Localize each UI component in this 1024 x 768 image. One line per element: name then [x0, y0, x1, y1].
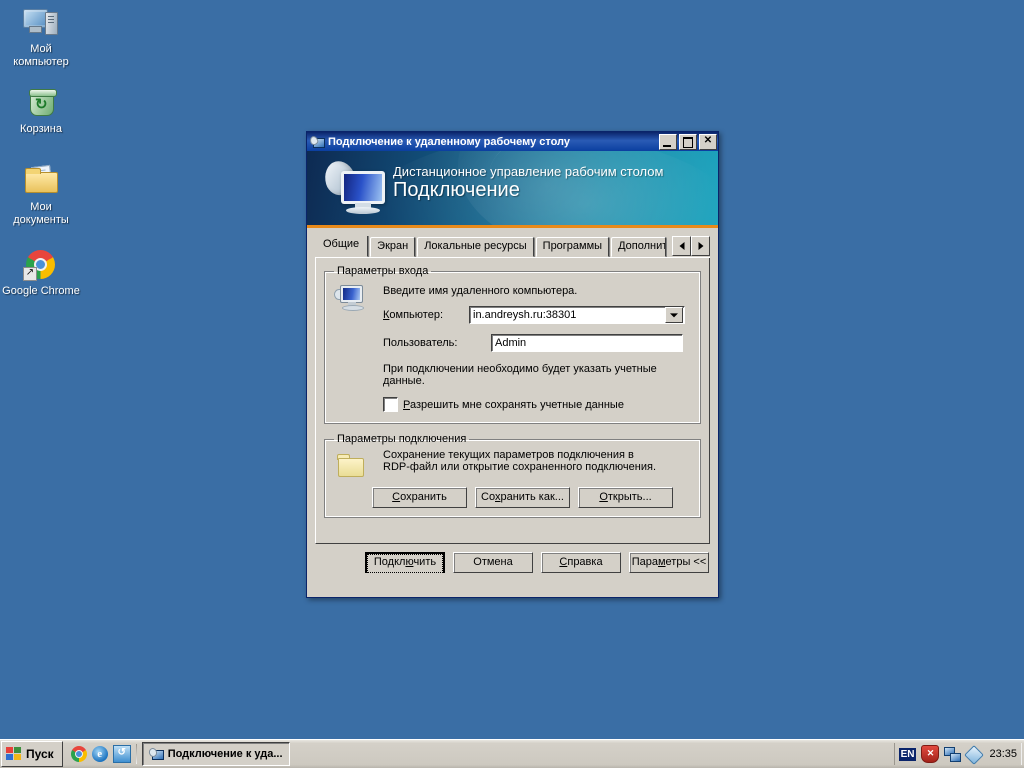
- network-icon[interactable]: [944, 746, 962, 762]
- banner-subtitle: Дистанционное управление рабочим столом: [393, 164, 664, 179]
- monitor-icon: [334, 283, 368, 311]
- close-icon[interactable]: ✕: [699, 133, 717, 150]
- save-credentials-label[interactable]: Разрешить мне сохранять учетные данные: [403, 399, 624, 411]
- shell-tray-icon[interactable]: [964, 745, 985, 765]
- tab-advanced[interactable]: Дополнительн: [611, 237, 666, 257]
- internet-explorer-icon[interactable]: e: [91, 746, 108, 762]
- maximize-icon[interactable]: [679, 133, 697, 150]
- desktop-icon-my-computer[interactable]: Мой компьютер: [2, 6, 80, 69]
- options-button[interactable]: Параметры <<: [629, 552, 709, 573]
- connection-buttons: Сохранить Сохранить как... Открыть...: [334, 487, 691, 508]
- chevron-down-icon[interactable]: [665, 307, 683, 323]
- remote-desktop-connection-dialog[interactable]: Подключение к удаленному рабочему столу …: [306, 131, 719, 598]
- shell-icon[interactable]: ↺: [112, 745, 131, 763]
- connection-settings-legend: Параметры подключения: [337, 433, 467, 445]
- windows-flag-icon: [6, 747, 22, 761]
- save-as-button[interactable]: Сохранить как...: [475, 487, 570, 508]
- taskbar[interactable]: Пуск e ↺ Подключение к уда... EN 23:35: [0, 739, 1024, 768]
- save-credentials-checkbox[interactable]: [383, 397, 398, 412]
- monitor-satellite-icon: [320, 157, 393, 219]
- clock[interactable]: 23:35: [986, 748, 1017, 760]
- language-indicator[interactable]: EN: [898, 747, 917, 761]
- cancel-button[interactable]: Отмена: [453, 552, 533, 573]
- scroll-right-icon[interactable]: [691, 236, 710, 256]
- user-input[interactable]: Admin: [491, 334, 683, 352]
- logon-settings-group: Параметры входа Введите имя удаленного к…: [324, 265, 701, 424]
- taskbar-button-label: Подключение к уда...: [167, 748, 283, 760]
- save-button[interactable]: Сохранить: [372, 487, 467, 508]
- banner-text: Дистанционное управление рабочим столом …: [393, 164, 710, 202]
- logon-hint: Введите имя удаленного компьютера.: [383, 285, 578, 297]
- shield-alert-icon[interactable]: [921, 745, 940, 763]
- logon-settings-legend: Параметры входа: [337, 265, 429, 277]
- taskbar-button-list[interactable]: Подключение к уда...: [141, 742, 894, 766]
- dialog-titlebar[interactable]: Подключение к удаленному рабочему столу …: [307, 132, 718, 151]
- my-documents-icon: [21, 164, 61, 198]
- desktop-icon-my-documents[interactable]: Мои документы: [2, 164, 80, 227]
- scroll-left-icon[interactable]: [672, 236, 691, 256]
- tab-page-general: Параметры входа Введите имя удаленного к…: [315, 257, 710, 544]
- desktop-icon-label: Google Chrome: [2, 285, 80, 297]
- open-button[interactable]: Открыть...: [578, 487, 673, 508]
- minimize-icon[interactable]: [659, 133, 677, 150]
- computer-label: Компьютер:: [383, 309, 444, 321]
- chrome-icon[interactable]: [70, 746, 87, 762]
- credentials-note: При подключении необходимо будет указать…: [383, 363, 657, 387]
- save-credentials-checkbox-row[interactable]: Разрешить мне сохранять учетные данные: [372, 387, 691, 414]
- connect-button[interactable]: Подключить: [365, 552, 445, 573]
- tab-local-resources[interactable]: Локальные ресурсы: [417, 237, 534, 257]
- tab-display[interactable]: Экран: [370, 237, 416, 257]
- desktop-icon-label: документы: [13, 214, 69, 226]
- tab-scroll-buttons[interactable]: [672, 236, 710, 256]
- quick-launch-bar[interactable]: e ↺: [70, 745, 131, 763]
- remote-desktop-icon: [310, 135, 325, 149]
- dialog-footer: Подключить Отмена Справка Параметры <<: [307, 544, 718, 573]
- computer-input[interactable]: in.andreysh.ru:38301: [473, 307, 665, 323]
- tab-general[interactable]: Общие: [315, 236, 369, 257]
- chrome-icon: ↗: [21, 248, 61, 282]
- remote-desktop-icon: [149, 747, 164, 761]
- connection-settings-group: Параметры подключения Сохранение текущих…: [324, 433, 701, 518]
- recycle-bin-icon: ↻: [21, 86, 61, 120]
- tab-strip[interactable]: Общие Экран Локальные ресурсы Программы …: [315, 236, 710, 258]
- folder-icon: [334, 452, 368, 480]
- dialog-banner: Дистанционное управление рабочим столом …: [307, 151, 718, 228]
- system-tray[interactable]: EN 23:35: [893, 743, 1022, 765]
- computer-combobox[interactable]: in.andreysh.ru:38301: [469, 306, 685, 324]
- connection-description: Сохранение текущих параметров подключени…: [383, 449, 656, 473]
- my-computer-icon: [21, 6, 61, 40]
- desktop-icon-label: компьютер: [13, 56, 69, 68]
- tab-programs[interactable]: Программы: [535, 237, 610, 257]
- taskbar-separator: [135, 744, 137, 764]
- user-label: Пользователь:: [383, 337, 458, 349]
- start-button[interactable]: Пуск: [1, 741, 63, 767]
- desktop-icon-google-chrome[interactable]: ↗ Google Chrome: [2, 248, 80, 298]
- taskbar-button-remote-desktop[interactable]: Подключение к уда...: [141, 742, 290, 766]
- dialog-title: Подключение к удаленному рабочему столу: [328, 135, 571, 148]
- banner-title: Подключение: [393, 179, 520, 201]
- desktop-icon-label: Мой: [30, 43, 52, 55]
- help-button[interactable]: Справка: [541, 552, 621, 573]
- dialog-body: Общие Экран Локальные ресурсы Программы …: [307, 228, 718, 544]
- desktop-icon-recycle-bin[interactable]: ↻ Корзина: [2, 86, 80, 136]
- desktop-icon-label: Корзина: [20, 123, 62, 135]
- start-button-label: Пуск: [26, 747, 54, 761]
- desktop-icon-label: Мои: [30, 201, 52, 213]
